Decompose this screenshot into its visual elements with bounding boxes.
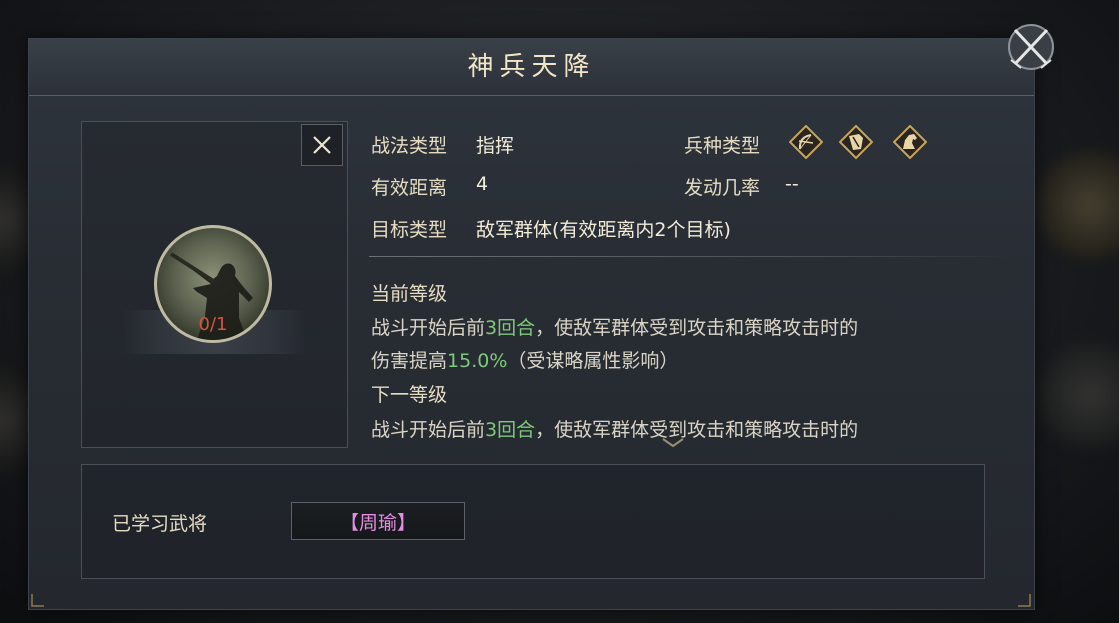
target-type-label: 目标类型 [371, 219, 448, 241]
range-value: 4 [476, 173, 489, 195]
current-level-desc-line2: 伤害提高15.0%（受谋略属性影响） [371, 350, 679, 372]
cavalry-icon [893, 125, 927, 159]
troop-type-label: 兵种类型 [684, 135, 761, 157]
title-bar: 神兵天降 [29, 39, 1034, 96]
background-blur [1035, 340, 1119, 450]
close-button[interactable] [1003, 20, 1059, 74]
damage-highlight: 15.0% [447, 350, 508, 372]
learned-generals-label: 已学习武将 [112, 513, 208, 535]
dialog-title: 神兵天降 [467, 52, 596, 82]
remove-button[interactable] [301, 124, 343, 166]
x-icon [313, 136, 331, 154]
rounds-highlight: 3回合 [485, 419, 536, 441]
archer-icon [789, 125, 823, 159]
trigger-rate-label: 发动几率 [684, 177, 761, 199]
learned-generals-panel: 已学习武将 【周瑜】 [81, 464, 985, 579]
trigger-rate-value: -- [785, 173, 799, 195]
range-label: 有效距离 [371, 177, 448, 199]
background-blur [1035, 150, 1119, 260]
next-level-title: 下一等级 [371, 384, 448, 406]
rounds-highlight: 3回合 [485, 317, 536, 339]
skill-detail-dialog: 神兵天降 0/1 战法类型 指挥 兵种类型 有效距离 4 发动几率 -- 目标类… [28, 38, 1035, 610]
skill-type-label: 战法类型 [371, 135, 448, 157]
general-button[interactable]: 【周瑜】 [291, 502, 465, 540]
current-level-title: 当前等级 [371, 283, 448, 305]
corner-ornament-icon [1018, 594, 1031, 607]
current-level-desc-line1: 战斗开始后前3回合，使敌军群体受到攻击和策略攻击时的 [371, 317, 859, 339]
skill-medallion: 0/1 [154, 225, 272, 343]
divider [369, 256, 1009, 257]
scroll-down-icon[interactable] [661, 437, 685, 449]
target-type-value: 敌军群体(有效距离内2个目标) [476, 219, 731, 241]
corner-ornament-icon [31, 594, 44, 607]
crossed-swords-icon [1008, 24, 1054, 70]
skill-type-value: 指挥 [476, 135, 515, 157]
skill-portrait-panel: 0/1 [81, 121, 348, 448]
shield-icon [839, 125, 873, 159]
skill-level-progress: 0/1 [198, 314, 228, 335]
